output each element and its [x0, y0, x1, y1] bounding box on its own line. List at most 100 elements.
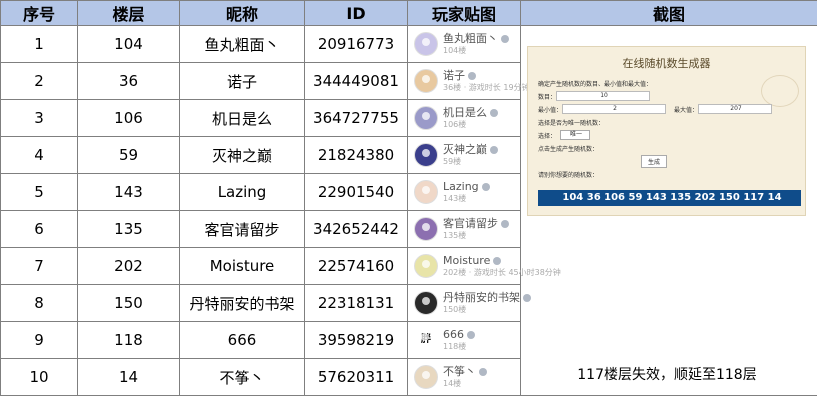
row-floor: 14: [77, 358, 180, 396]
row-nickname: 丹特丽安的书架: [179, 284, 305, 322]
card-text: 不筝丶 14楼: [443, 366, 487, 388]
max-input[interactable]: 207: [698, 104, 773, 114]
header-id: ID: [304, 0, 408, 26]
count-row: 数目： 10: [538, 90, 800, 102]
card-name-label: 诺子: [443, 69, 465, 82]
player-card: 诺子 36楼 · 游戏时长 19分钟: [408, 65, 530, 97]
generate-button[interactable]: 生成: [640, 154, 667, 168]
row-index: 3: [0, 99, 78, 137]
row-post-card: 灭神之巅 59楼: [407, 136, 521, 174]
card-name: 客官请留步: [443, 218, 509, 229]
card-text: 客官请留步 135楼: [443, 218, 509, 240]
card-name-label: 666: [443, 328, 464, 341]
player-card: 机日是么 106楼: [408, 102, 520, 134]
row-id: 364727755: [304, 99, 408, 137]
unique-prompt: 选择是否为唯一随机数：: [538, 119, 605, 127]
row-floor: 135: [77, 210, 180, 248]
card-floor: 135楼: [443, 231, 467, 240]
row-nickname: 鱼丸粗面丶: [179, 25, 305, 63]
row-post-card: 不筝丶 14楼: [407, 358, 521, 396]
unique-select[interactable]: 唯一: [560, 130, 591, 140]
avatar: [414, 180, 438, 204]
card-text: Lazing 143楼: [443, 181, 490, 203]
generator-form: 确定产生随机数的数目、最小值和最大值： 数目： 10 最小值： 2 最大值： 207 选择是否…: [538, 77, 800, 181]
max-label: 最大值：: [674, 106, 699, 114]
row-id: 39598219: [304, 321, 408, 359]
player-card: 丹特丽安的书架 150楼: [408, 287, 531, 319]
avatar: [414, 143, 438, 167]
player-card: 客官请留步 135楼: [408, 213, 520, 245]
row-floor: 104: [77, 25, 180, 63]
row-index: 10: [0, 358, 78, 396]
level-badge-icon: [479, 368, 487, 376]
row-id: 22318131: [304, 284, 408, 322]
table-row: 1 104 鱼丸粗面丶 20916773 鱼丸粗面丶 104楼 在线随机数生成器 确定产生随机…: [0, 25, 817, 396]
card-name: 666: [443, 329, 475, 340]
avatar: [414, 32, 438, 56]
header-row: 序号 楼层 昵称 ID 玩家贴图 截图: [0, 0, 817, 26]
header-index: 序号: [0, 0, 78, 26]
avatar: [414, 217, 438, 241]
row-post-card: 客官请留步 135楼: [407, 210, 521, 248]
random-generator-screenshot: 在线随机数生成器 确定产生随机数的数目、最小值和最大值： 数目： 10 最小值： 2 最大值…: [527, 46, 806, 216]
row-floor: 106: [77, 99, 180, 137]
header-nickname: 昵称: [179, 0, 305, 26]
card-name: 诺子: [443, 70, 530, 81]
level-badge-icon: [493, 257, 502, 265]
card-name: 灭神之巅: [443, 144, 498, 155]
unique-row: 选择： 唯一: [538, 129, 800, 141]
row-floor: 143: [77, 173, 180, 211]
card-name: 不筝丶: [443, 366, 487, 377]
player-card: 不筝丶 14楼: [408, 361, 520, 393]
row-nickname: 灭神之巅: [179, 136, 305, 174]
card-text: 机日是么 106楼: [443, 107, 498, 129]
card-name-label: 机日是么: [443, 106, 487, 119]
row-nickname: 机日是么: [179, 99, 305, 137]
row-nickname: 不筝丶: [179, 358, 305, 396]
row-id: 22901540: [304, 173, 408, 211]
player-card: 灭神之巅 59楼: [408, 139, 520, 171]
generate-prompt-row: 点击生成产生随机数：: [538, 142, 800, 154]
card-floor: 143楼: [443, 194, 467, 203]
row-post-card: 机日是么 106楼: [407, 99, 521, 137]
avatar: [414, 69, 438, 93]
result-output: 104 36 106 59 143 135 202 150 117 14: [538, 190, 801, 206]
count-input[interactable]: 10: [556, 91, 651, 101]
card-floor: 14楼: [443, 379, 462, 388]
card-floor: 59楼: [443, 157, 462, 166]
card-name-label: Lazing: [443, 180, 479, 193]
level-badge-icon: [490, 146, 498, 154]
result-label-row: 请别你想要的随机数：: [538, 168, 800, 180]
row-index: 8: [0, 284, 78, 322]
avatar: [414, 365, 438, 389]
result-label: 请别你想要的随机数：: [538, 171, 599, 179]
row-post-card: 丹特丽安的书架 150楼: [407, 284, 531, 322]
min-input[interactable]: 2: [562, 104, 667, 114]
row-index: 5: [0, 173, 78, 211]
level-badge-icon: [481, 183, 490, 191]
row-index: 7: [0, 247, 78, 285]
row-id: 57620311: [304, 358, 408, 396]
row-nickname: Moisture: [179, 247, 305, 285]
row-id: 342652442: [304, 210, 408, 248]
card-text: 诺子 36楼 · 游戏时长 19分钟: [443, 70, 530, 92]
unique-prompt-row: 选择是否为唯一随机数：: [538, 116, 800, 128]
row-floor: 202: [77, 247, 180, 285]
card-floor: 150楼: [443, 305, 467, 314]
generator-title: 在线随机数生成器: [622, 57, 711, 70]
row-index: 9: [0, 321, 78, 359]
level-badge-icon: [490, 109, 498, 117]
row-id: 344449081: [304, 62, 408, 100]
card-text: 666 118楼: [443, 329, 475, 351]
note-text: 117楼层失效，顺延至118层: [577, 367, 757, 383]
card-text: 鱼丸粗面丶 104楼: [443, 33, 509, 55]
range-row: 最小值： 2 最大值： 207: [538, 103, 800, 115]
card-name: 机日是么: [443, 107, 498, 118]
generate-prompt: 点击生成产生随机数：: [538, 145, 599, 153]
intro-row: 确定产生随机数的数目、最小值和最大值：: [538, 77, 800, 89]
screenshot-cell: 在线随机数生成器 确定产生随机数的数目、最小值和最大值： 数目： 10 最小值： 2 最大值…: [520, 25, 817, 396]
card-name: 鱼丸粗面丶: [443, 33, 509, 44]
row-post-card: 胖 666 118楼: [407, 321, 521, 359]
row-floor: 118: [77, 321, 180, 359]
unique-label: 选择：: [538, 132, 557, 140]
